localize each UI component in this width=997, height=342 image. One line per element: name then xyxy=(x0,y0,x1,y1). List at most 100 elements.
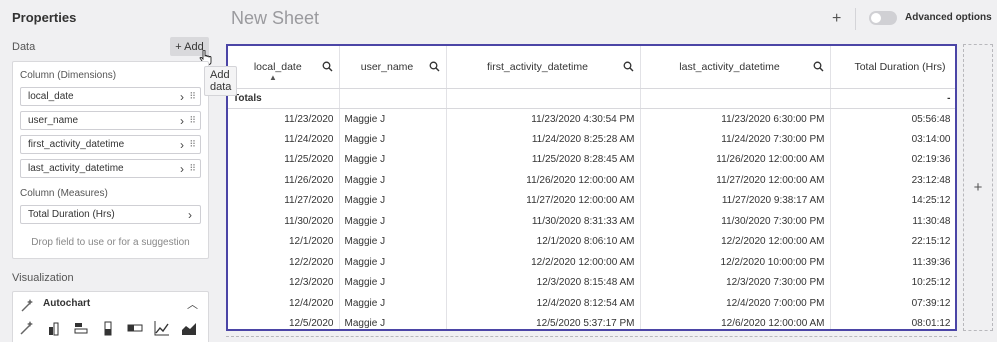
column-header-total-duration[interactable]: Total Duration (Hrs) xyxy=(830,46,955,89)
table-cell: 11/23/2020 4:30:54 PM xyxy=(446,108,641,129)
column-header-last-activity-datetime[interactable]: last_activity_datetime xyxy=(640,46,831,89)
add-column-button[interactable]: + xyxy=(963,44,993,331)
totals-row: Totals - xyxy=(228,88,955,109)
table-cell: 12/6/2020 12:00:00 AM xyxy=(640,313,831,329)
table-row[interactable]: 11/24/2020 Maggie J 11/24/2020 8:25:28 AM 1… xyxy=(228,129,955,150)
field-pill-total-duration[interactable]: Total Duration (Hrs) › xyxy=(20,205,201,224)
table-cell: 12/3/2020 xyxy=(228,272,340,293)
search-icon[interactable] xyxy=(623,61,634,72)
field-pill-last-activity-datetime[interactable]: last_activity_datetime › ⠿ xyxy=(20,159,201,178)
table-cell: 11:30:48 xyxy=(830,211,955,232)
table-cell: Maggie J xyxy=(339,293,447,314)
advanced-options-toggle[interactable] xyxy=(869,11,897,25)
table-cell: 05:56:48 xyxy=(830,108,955,129)
data-table: local_date ▲ user_name first_activity_da… xyxy=(228,46,955,329)
totals-value: - xyxy=(830,88,955,109)
table-cell: 12/1/2020 xyxy=(228,231,340,252)
table-row[interactable]: 11/27/2020 Maggie J 11/27/2020 12:00:00 AM… xyxy=(228,190,955,211)
line-chart-icon[interactable] xyxy=(154,320,170,336)
field-pill-user-name[interactable]: user_name › ⠿ xyxy=(20,111,201,130)
table-row[interactable]: 11/25/2020 Maggie J 11/25/2020 8:28:45 AM 1… xyxy=(228,149,955,170)
table-cell: 12/4/2020 7:00:00 PM xyxy=(640,293,831,314)
table-cell: Maggie J xyxy=(339,108,447,129)
column-header-local-date[interactable]: local_date ▲ xyxy=(228,46,340,89)
table-cell: Maggie J xyxy=(339,190,447,211)
table-cell: Maggie J xyxy=(339,231,447,252)
table-cell: 11/25/2020 8:28:45 AM xyxy=(446,149,641,170)
bar-chart-icon[interactable] xyxy=(46,320,62,336)
table-row[interactable]: 11/26/2020 Maggie J 11/26/2020 12:00:00 AM… xyxy=(228,170,955,191)
table-row[interactable]: 12/1/2020 Maggie J 12/1/2020 8:06:10 AM 12/… xyxy=(228,231,955,252)
chevron-right-icon[interactable]: › xyxy=(188,208,192,222)
horizontal-bar-single-icon[interactable] xyxy=(127,320,143,336)
table-cell: 11/26/2020 12:00:00 AM xyxy=(640,149,831,170)
table-cell: 08:01:12 xyxy=(830,313,955,329)
horizontal-bar-icon[interactable] xyxy=(73,320,89,336)
autochart-icon[interactable] xyxy=(19,320,35,336)
table-cell: 11/25/2020 xyxy=(228,149,340,170)
table-cell: 12/2/2020 xyxy=(228,252,340,273)
sheet-title[interactable]: New Sheet xyxy=(231,8,319,29)
table-cell: 10:25:12 xyxy=(830,272,955,293)
table-cell: 11/24/2020 8:25:28 AM xyxy=(446,129,641,150)
column-header-label: first_activity_datetime xyxy=(487,60,588,73)
dimensions-heading: Column (Dimensions) xyxy=(20,70,117,81)
chevron-right-icon[interactable]: › xyxy=(180,138,184,152)
table-cell: 11/24/2020 xyxy=(228,129,340,150)
divider xyxy=(855,8,856,30)
table-cell xyxy=(446,88,641,109)
chevron-up-icon[interactable]: ︿ xyxy=(187,296,198,312)
sort-ascending-icon[interactable]: ▲ xyxy=(269,73,277,82)
table-row[interactable]: 12/4/2020 Maggie J 12/4/2020 8:12:54 AM 12/… xyxy=(228,293,955,314)
table-row[interactable]: 12/3/2020 Maggie J 12/3/2020 8:15:48 AM 12/… xyxy=(228,272,955,293)
chart-type-icons xyxy=(19,320,197,336)
table-cell: 11/23/2020 xyxy=(228,108,340,129)
fields-box: Column (Dimensions) local_date › ⠿ user_… xyxy=(12,61,209,259)
table-row[interactable]: 11/30/2020 Maggie J 11/30/2020 8:31:33 AM 1… xyxy=(228,211,955,232)
table-cell: Maggie J xyxy=(339,211,447,232)
chevron-right-icon[interactable]: › xyxy=(180,114,184,128)
table-cell: 12/3/2020 8:15:48 AM xyxy=(446,272,641,293)
search-icon[interactable] xyxy=(813,61,824,72)
table-cell: Maggie J xyxy=(339,129,447,150)
table-cell: 02:19:36 xyxy=(830,149,955,170)
search-icon[interactable] xyxy=(322,61,333,72)
table-cell: 12/1/2020 8:06:10 AM xyxy=(446,231,641,252)
field-pill-local-date[interactable]: local_date › ⠿ xyxy=(20,87,201,106)
add-icon[interactable]: + xyxy=(832,10,841,28)
drag-handle-icon[interactable]: ⠿ xyxy=(189,163,196,174)
properties-panel: Properties Data + Add Add data Column (D… xyxy=(0,0,238,342)
chevron-right-icon[interactable]: › xyxy=(180,90,184,104)
table-row[interactable]: 11/23/2020 Maggie J 11/23/2020 4:30:54 PM 1… xyxy=(228,108,955,129)
table-cell xyxy=(640,88,831,109)
table-cell: 11/23/2020 6:30:00 PM xyxy=(640,108,831,129)
column-header-first-activity-datetime[interactable]: first_activity_datetime xyxy=(446,46,641,89)
table-row[interactable]: 12/5/2020 Maggie J 12/5/2020 5:37:17 PM 12/… xyxy=(228,313,955,329)
field-label: local_date xyxy=(28,91,74,102)
table-cell: 14:25:12 xyxy=(830,190,955,211)
field-label: first_activity_datetime xyxy=(28,139,125,150)
table-cell: Maggie J xyxy=(339,313,447,329)
table-cell: 12/5/2020 xyxy=(228,313,340,329)
table-cell: Maggie J xyxy=(339,149,447,170)
column-chart-icon[interactable] xyxy=(100,320,116,336)
table-cell: 11/26/2020 xyxy=(228,170,340,191)
visualization-label: Visualization xyxy=(12,272,74,284)
table-cell: 12/2/2020 12:00:00 AM xyxy=(446,252,641,273)
chevron-right-icon[interactable]: › xyxy=(180,162,184,176)
column-header-user-name[interactable]: user_name xyxy=(339,46,447,89)
autochart-icon xyxy=(21,299,33,312)
search-icon[interactable] xyxy=(429,61,440,72)
area-chart-icon[interactable] xyxy=(181,320,197,336)
column-header-label: local_date xyxy=(253,60,302,73)
table-cell: 22:15:12 xyxy=(830,231,955,252)
field-pill-first-activity-datetime[interactable]: first_activity_datetime › ⠿ xyxy=(20,135,201,154)
drag-handle-icon[interactable]: ⠿ xyxy=(189,115,196,126)
drag-handle-icon[interactable]: ⠿ xyxy=(189,139,196,150)
table-row[interactable]: 12/2/2020 Maggie J 12/2/2020 12:00:00 AM 12… xyxy=(228,252,955,273)
field-label: user_name xyxy=(28,115,79,126)
drag-handle-icon[interactable]: ⠿ xyxy=(189,91,196,102)
advanced-options-label: Advanced options xyxy=(905,12,992,23)
table-cell: 23:12:48 xyxy=(830,170,955,191)
table-cell: Maggie J xyxy=(339,272,447,293)
